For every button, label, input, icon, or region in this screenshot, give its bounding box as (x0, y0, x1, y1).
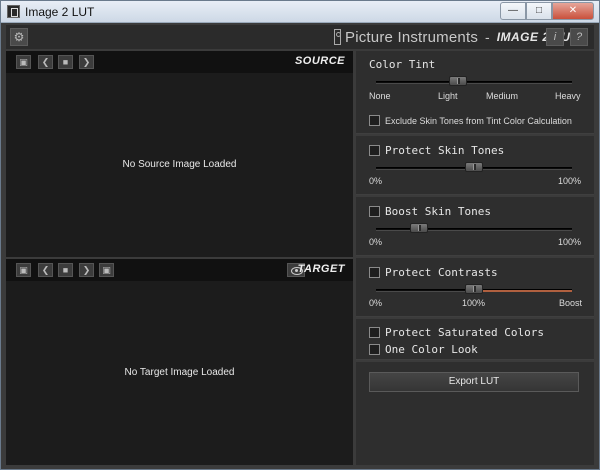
window-controls: — □ ✕ (500, 2, 594, 20)
window-title: Image 2 LUT (25, 5, 95, 19)
target-title: TARGET (297, 263, 345, 275)
one-color-checkbox[interactable]: One Color Look (369, 343, 478, 356)
folder-icon[interactable]: ■ (58, 55, 73, 69)
protect-skin-slider-thumb[interactable] (465, 162, 483, 172)
source-viewer[interactable]: No Source Image Loaded (6, 73, 353, 257)
min-label: 0% (369, 298, 383, 308)
boost-skin-label: Boost Skin Tones (385, 205, 491, 218)
product-name: IMAGE 2 LUT (496, 30, 579, 44)
protect-contrast-section: Protect Contrasts 0% 100% Boost (356, 258, 594, 317)
gear-icon: ⚙ (13, 30, 25, 44)
tick-label: Heavy (555, 91, 581, 101)
min-label: 0% (369, 176, 383, 186)
prev-icon[interactable]: ❮ (38, 55, 53, 69)
color-tint-section: Color Tint None Light Medium Heavy Exclu… (356, 51, 594, 134)
save-icon[interactable]: ▣ (16, 55, 31, 69)
target-toolbar: ▣ ❮ ■ ❯ ▣ TARGET (6, 259, 353, 281)
color-tint-track[interactable] (376, 81, 572, 84)
source-toolbar: ▣ ❮ ■ ❯ SOURCE (6, 51, 353, 73)
color-look-section: Protect Saturated Colors One Color Look (356, 319, 594, 360)
checkbox[interactable] (369, 344, 380, 355)
max-label: Boost (559, 298, 583, 308)
boost-skin-track[interactable] (376, 228, 572, 231)
target-viewer[interactable]: No Target Image Loaded (6, 281, 353, 465)
settings-button[interactable]: ⚙ (10, 28, 28, 46)
tick-label: Medium (486, 91, 519, 101)
protect-saturated-label: Protect Saturated Colors (385, 326, 544, 339)
boost-skin-slider-thumb[interactable] (410, 223, 429, 233)
color-tint-slider-thumb[interactable] (449, 76, 468, 86)
help-button[interactable]: ? (570, 28, 588, 46)
minimize-button[interactable]: — (500, 2, 526, 20)
export-lut-button[interactable]: Export LUT (369, 372, 579, 392)
app-window: Image 2 LUT — □ ✕ ⚙ Picture Instruments … (0, 0, 600, 470)
brand-name: Picture Instruments (345, 28, 479, 46)
exclude-skin-label: Exclude Skin Tones from Tint Color Calcu… (385, 115, 572, 126)
protect-skin-label: Protect Skin Tones (385, 144, 505, 157)
boost-skin-checkbox[interactable]: Boost Skin Tones (369, 205, 491, 218)
brand-logo: Picture Instruments - IMAGE 2 LUT (334, 27, 578, 47)
prev-icon[interactable]: ❮ (38, 263, 53, 277)
checkbox[interactable] (369, 115, 380, 126)
target-empty-message: No Target Image Loaded (124, 367, 235, 378)
protect-contrast-boost-range (474, 290, 572, 292)
protect-contrast-slider-thumb[interactable] (465, 284, 483, 294)
app-icon (7, 5, 20, 18)
protect-contrast-checkbox[interactable]: Protect Contrasts (369, 266, 498, 279)
app-header: ⚙ Picture Instruments - IMAGE 2 LUT i ? (6, 25, 594, 49)
logo-mark-icon (334, 29, 341, 45)
info-button[interactable]: i (546, 28, 564, 46)
protect-skin-checkbox[interactable]: Protect Skin Tones (369, 144, 504, 157)
maximize-button[interactable]: □ (526, 2, 552, 20)
checkbox[interactable] (369, 206, 380, 217)
color-tint-title: Color Tint (369, 58, 436, 71)
tick-label: None (369, 91, 391, 101)
max-label: 100% (558, 237, 582, 247)
boost-skin-section: Boost Skin Tones 0% 100% (356, 197, 594, 256)
checkbox[interactable] (369, 267, 380, 278)
checkbox[interactable] (369, 145, 380, 156)
next-icon[interactable]: ❯ (79, 263, 94, 277)
mid-label: 100% (462, 298, 486, 308)
source-title: SOURCE (294, 55, 345, 67)
folder-icon[interactable]: ■ (58, 263, 73, 277)
tick-label: Light (438, 91, 458, 101)
protect-skin-section: Protect Skin Tones 0% 100% (356, 136, 594, 195)
disk-icon[interactable]: ▣ (99, 263, 114, 277)
checkbox[interactable] (369, 327, 380, 338)
min-label: 0% (369, 237, 383, 247)
protect-saturated-checkbox[interactable]: Protect Saturated Colors (369, 326, 544, 339)
save-icon[interactable]: ▣ (16, 263, 31, 277)
next-icon[interactable]: ❯ (79, 55, 94, 69)
protect-contrast-label: Protect Contrasts (385, 266, 498, 279)
brand-separator: - (485, 29, 490, 45)
one-color-label: One Color Look (385, 343, 478, 356)
export-section: Export LUT (356, 362, 594, 465)
max-label: 100% (558, 176, 582, 186)
source-empty-message: No Source Image Loaded (122, 159, 237, 170)
exclude-skin-checkbox[interactable]: Exclude Skin Tones from Tint Color Calcu… (369, 115, 572, 126)
close-button[interactable]: ✕ (552, 2, 594, 20)
title-bar: Image 2 LUT — □ ✕ (1, 1, 599, 23)
